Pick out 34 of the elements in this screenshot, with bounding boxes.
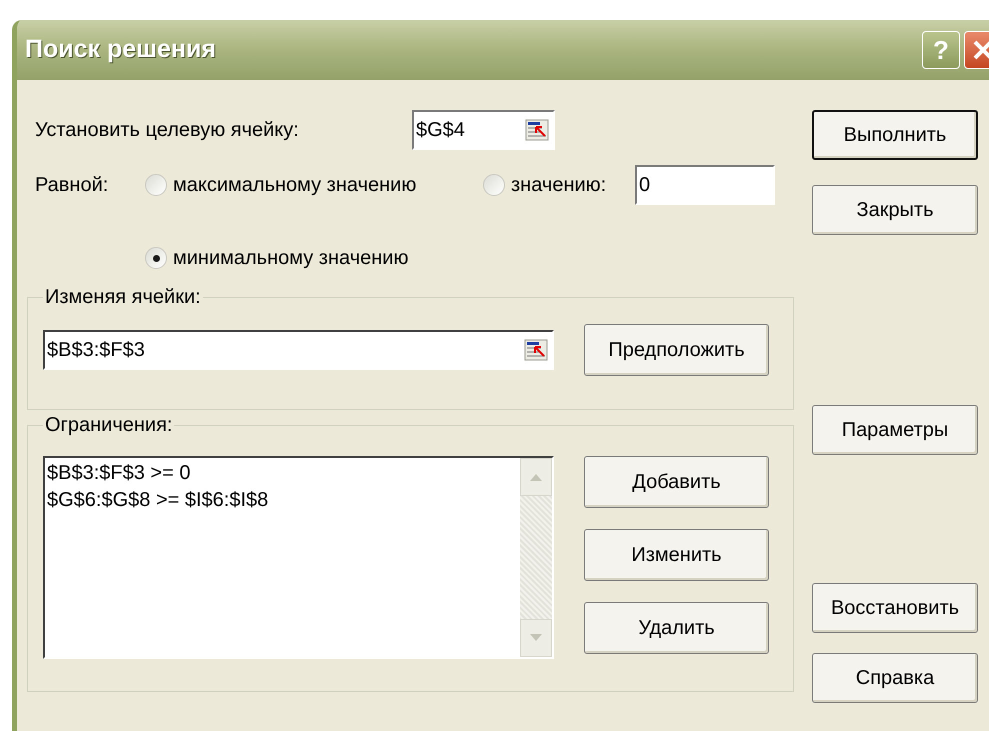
changing-cells-field[interactable]: $B$3:$F$3 (43, 330, 554, 370)
dialog-button[interactable]: Справка (812, 653, 978, 703)
constraints-list[interactable]: $B$3:$F$3 >= 0 $G$6:$G$8 >= $I$6:$I$8 (43, 456, 554, 659)
close-icon (972, 39, 989, 61)
target-cell-field[interactable]: $G$4 (412, 110, 555, 150)
cell-picker-icon[interactable] (525, 119, 549, 141)
group-label: Ограничения: (44, 413, 174, 438)
constraint-item[interactable]: $G$6:$G$8 >= $I$6:$I$8 (47, 487, 268, 514)
scroll-up-button[interactable] (520, 458, 552, 496)
window-title: Поиск решения (25, 34, 217, 66)
group-label: Изменяя ячейки: (44, 285, 202, 310)
cell-picker-icon[interactable] (524, 339, 548, 361)
radio-label[interactable]: минимальному значению (173, 243, 408, 273)
dialog-button[interactable]: Параметры (812, 405, 978, 455)
radio-button[interactable] (145, 174, 167, 196)
constraint-item[interactable]: $B$3:$F$3 >= 0 (47, 460, 190, 487)
value-field[interactable]: 0 (635, 165, 775, 205)
field-label: Равной: (35, 173, 110, 198)
dialog-button[interactable]: Закрыть (812, 185, 978, 235)
dialog-button[interactable]: Восстановить (812, 583, 978, 633)
scroll-down-button[interactable] (520, 619, 552, 657)
constraint-button[interactable]: Изменить (584, 529, 769, 581)
down-arrow-icon (530, 634, 542, 642)
field-label: Установить целевую ячейку: (35, 118, 300, 143)
radio-label[interactable]: значению: (511, 170, 606, 200)
constraint-button[interactable]: Добавить (584, 456, 769, 508)
up-arrow-icon (530, 473, 542, 481)
radio-button[interactable] (483, 174, 505, 196)
guess-button[interactable]: Предположить (584, 324, 769, 376)
radio-label[interactable]: максимальному значению (173, 170, 416, 200)
constraint-button[interactable]: Удалить (584, 602, 769, 654)
radio-button[interactable] (145, 247, 167, 269)
scrollbar[interactable] (520, 458, 552, 657)
dialog-button[interactable]: Выполнить (812, 110, 978, 160)
